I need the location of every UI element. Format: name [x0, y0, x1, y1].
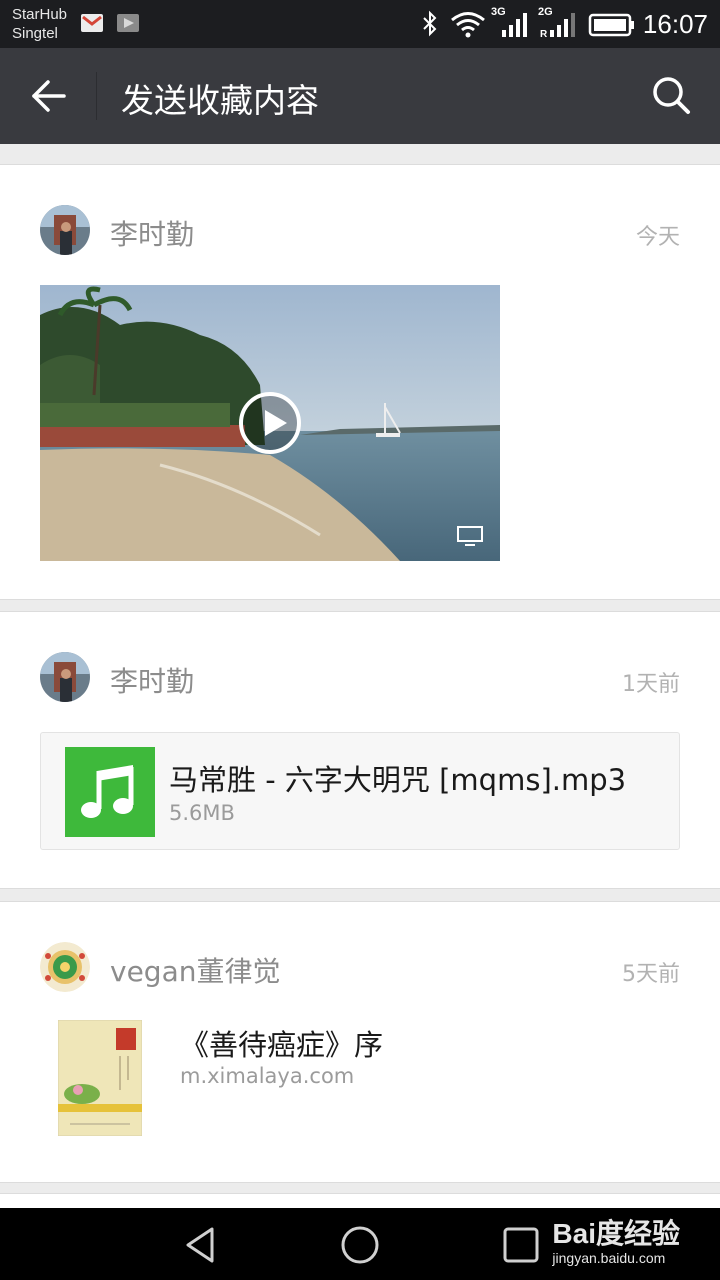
music-note-icon [81, 765, 134, 818]
favorite-item-link[interactable]: vegan董律觉 5天前 《善待癌症》序 m.ximalaya.com [0, 901, 720, 1183]
avatar [40, 205, 90, 255]
app-header: 发送收藏内容 [0, 48, 720, 144]
saved-time: 5天前 [622, 962, 680, 987]
favorite-item-video[interactable]: 李时勤 今天 [0, 164, 720, 600]
carrier-names: StarHub Singtel [12, 5, 67, 43]
full-screen-icon [457, 526, 483, 546]
book-cover-image [57, 1019, 143, 1137]
saved-time: 今天 [635, 225, 680, 250]
wifi-icon [451, 12, 485, 38]
avatar-photo [40, 205, 90, 255]
clock: 16:07 [642, 9, 708, 39]
svg-text:R: R [540, 29, 548, 38]
carrier-2: Singtel [12, 25, 58, 42]
saved-time: 1天前 [622, 672, 680, 697]
play-store-icon [117, 14, 139, 32]
watermark-brand: Bai度经验 [552, 1218, 680, 1249]
page-title: 发送收藏内容 [121, 81, 319, 120]
avatar [40, 652, 90, 702]
file-size: 5.6MB [169, 801, 235, 825]
bluetooth-icon [423, 10, 437, 37]
nav-recents-icon[interactable] [500, 1224, 542, 1266]
search-icon [653, 77, 690, 114]
book-cover-thumbnail [57, 1019, 143, 1137]
watermark-url: jingyan.baidu.com [552, 1250, 666, 1266]
link-domain: m.ximalaya.com [180, 1064, 355, 1088]
music-file-icon [65, 747, 155, 837]
audio-file-attachment[interactable]: 马常胜 - 六字大明咒 [mqms].mp3 5.6MB [40, 732, 680, 850]
battery-icon [588, 13, 634, 37]
signal-2g-icon: R [540, 13, 575, 38]
file-name: 马常胜 - 六字大明咒 [mqms].mp3 [169, 763, 627, 797]
sender-name: vegan董律觉 [110, 955, 281, 988]
nav-back-icon[interactable] [180, 1224, 222, 1266]
video-thumbnail[interactable] [40, 285, 500, 561]
header-divider [96, 72, 97, 120]
sender-name: 李时勤 [110, 218, 195, 251]
back-button[interactable] [18, 70, 78, 122]
nav-home-icon[interactable] [339, 1224, 381, 1266]
avatar-emblem [40, 942, 90, 992]
gmail-icon [81, 14, 103, 32]
avatar [40, 942, 90, 992]
back-arrow-icon [32, 80, 66, 112]
play-button[interactable] [239, 392, 301, 454]
avatar-photo [40, 652, 90, 702]
status-bar: StarHub Singtel 3G 2G R 16:07 [0, 0, 720, 48]
baidu-watermark: Bai度经验 jingyan.baidu.com [552, 1212, 680, 1266]
link-title: 《善待癌症》序 [180, 1028, 384, 1062]
signal-3g-icon [502, 13, 527, 37]
carrier-1: StarHub [12, 6, 68, 23]
search-button[interactable] [648, 72, 696, 120]
favorite-item-file[interactable]: 李时勤 1天前 马常胜 - 六字大明咒 [mqms].mp3 5.6MB [0, 611, 720, 889]
sender-name: 李时勤 [110, 665, 195, 698]
